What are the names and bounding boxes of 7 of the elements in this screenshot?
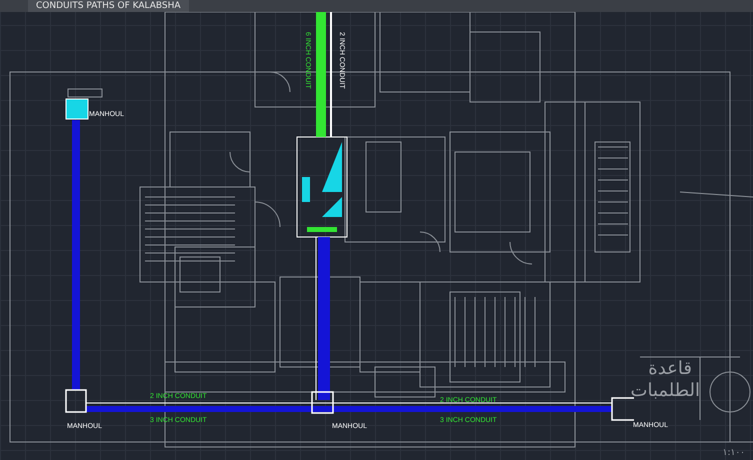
- pump-base-label: قاعدة: [648, 358, 692, 379]
- scale-label: ١:١٠٠: [722, 448, 745, 458]
- manhole-drawing: [611, 397, 634, 421]
- document-tab[interactable]: CONDUITS PATHS OF KALABSHA: [28, 0, 189, 12]
- manhole-drawing: [65, 389, 87, 413]
- pump-base-label: الطلمبات: [630, 380, 700, 401]
- manhole-drawing: [311, 391, 334, 414]
